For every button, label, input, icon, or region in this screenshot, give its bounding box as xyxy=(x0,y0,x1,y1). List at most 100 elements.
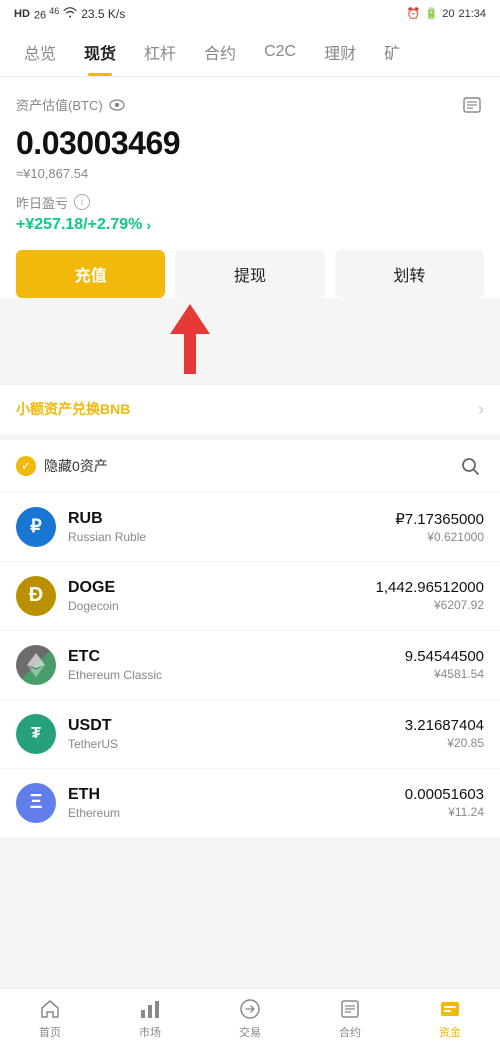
doge-amounts: 1,442.96512000 ¥6207.92 xyxy=(376,579,484,612)
bottom-nav: 首页 市场 交易 xyxy=(0,988,500,1056)
usdt-icon: ₮ xyxy=(16,714,56,754)
market-label: 市场 xyxy=(139,1024,161,1040)
arrow-up xyxy=(170,304,210,374)
etc-info: ETC Ethereum Classic xyxy=(68,648,405,682)
etc-icon xyxy=(16,645,56,685)
rub-symbol: RUB xyxy=(68,510,395,528)
deposit-button[interactable]: 充值 xyxy=(16,250,165,298)
eye-icon[interactable] xyxy=(109,97,125,113)
assets-label: 资金 xyxy=(439,1024,461,1040)
etc-balance: 9.54544500 xyxy=(405,648,484,665)
home-icon xyxy=(38,997,62,1021)
usdt-info: USDT TetherUS xyxy=(68,717,405,751)
usdt-amounts: 3.21687404 ¥20.85 xyxy=(405,717,484,750)
transfer-button[interactable]: 划转 xyxy=(335,250,484,298)
pnl-row: 昨日盈亏 i xyxy=(16,193,484,212)
tab-c2c[interactable]: C2C xyxy=(250,31,310,73)
doge-fullname: Dogecoin xyxy=(68,599,376,613)
hide-zero-toggle[interactable]: ✓ 隐藏0资产 xyxy=(16,456,108,476)
etc-symbol: ETC xyxy=(68,648,405,666)
rub-amounts: ₽7.17365000 ¥0.621000 xyxy=(395,510,484,544)
etc-fullname: Ethereum Classic xyxy=(68,668,405,682)
check-icon: ✓ xyxy=(16,456,36,476)
contract-nav-icon xyxy=(338,997,362,1021)
etc-amounts: 9.54544500 ¥4581.54 xyxy=(405,648,484,681)
list-item[interactable]: ₽ RUB Russian Ruble ₽7.17365000 ¥0.62100… xyxy=(0,493,500,562)
small-assets-bar[interactable]: 小额资产兑换BNB › xyxy=(0,384,500,440)
trade-label: 交易 xyxy=(239,1024,261,1040)
etc-cny: ¥4581.54 xyxy=(405,667,484,681)
pnl-value: +¥257.18/+2.79% › xyxy=(16,216,484,234)
history-icon[interactable] xyxy=(460,93,484,117)
usdt-cny: ¥20.85 xyxy=(405,736,484,750)
battery-level: 20 xyxy=(442,8,454,20)
eth-symbol: ETH xyxy=(68,786,405,804)
assets-list-section: ✓ 隐藏0资产 ₽ RUB Russian Ruble ₽7.17365000 … xyxy=(0,440,500,838)
tab-finance[interactable]: 理财 xyxy=(310,28,370,76)
small-assets-highlight: BNB xyxy=(100,401,130,417)
action-buttons: 充值 提现 划转 xyxy=(16,250,484,298)
tab-overview[interactable]: 总览 xyxy=(10,28,70,76)
eth-cny: ¥11.24 xyxy=(405,805,484,819)
doge-balance: 1,442.96512000 xyxy=(376,579,484,596)
pnl-label: 昨日盈亏 xyxy=(16,193,68,212)
tab-spot[interactable]: 现货 xyxy=(70,28,130,76)
arrow-annotation xyxy=(160,304,220,374)
network-indicator: HD xyxy=(14,8,30,20)
trade-icon xyxy=(238,997,262,1021)
main-content: 资产估值(BTC) 0.03003469 ≈¥10,867.54 昨日盈亏 i … xyxy=(0,77,500,298)
assets-icon xyxy=(438,997,462,1021)
btc-cny: ≈¥10,867.54 xyxy=(16,166,484,181)
btc-value: 0.03003469 xyxy=(16,125,484,162)
pnl-amount: +¥257.18/+2.79% xyxy=(16,216,142,234)
pnl-chevron-icon: › xyxy=(146,217,151,233)
eth-info: ETH Ethereum xyxy=(68,786,405,820)
withdraw-button[interactable]: 提现 xyxy=(175,250,324,298)
list-item[interactable]: Ð DOGE Dogecoin 1,442.96512000 ¥6207.92 xyxy=(0,562,500,631)
list-item[interactable]: Ξ ETH Ethereum 0.00051603 ¥11.24 xyxy=(0,769,500,838)
doge-cny: ¥6207.92 xyxy=(376,598,484,612)
nav-tabs: 总览 现货 杠杆 合约 C2C 理财 矿 xyxy=(0,28,500,77)
alarm-icon: ⏰ xyxy=(407,7,421,20)
status-left: HD 26 46 23.5 K/s xyxy=(14,6,125,22)
time: 21:34 xyxy=(458,8,486,20)
doge-info: DOGE Dogecoin xyxy=(68,579,376,613)
wifi-icon xyxy=(63,6,77,21)
bottom-nav-contract[interactable]: 合约 xyxy=(300,997,400,1040)
speed-text: 23.5 K/s xyxy=(81,7,125,21)
rub-info: RUB Russian Ruble xyxy=(68,510,395,544)
rub-icon: ₽ xyxy=(16,507,56,547)
pnl-info-icon[interactable]: i xyxy=(74,194,90,210)
usdt-balance: 3.21687404 xyxy=(405,717,484,734)
doge-icon: Ð xyxy=(16,576,56,616)
small-assets-label: 小额资产兑换 xyxy=(16,401,100,417)
bottom-nav-trade[interactable]: 交易 xyxy=(200,997,300,1040)
status-right: ⏰ 🔋 20 21:34 xyxy=(407,7,486,20)
assets-filter-row: ✓ 隐藏0资产 xyxy=(0,440,500,493)
bottom-nav-assets[interactable]: 资金 xyxy=(400,997,500,1040)
usdt-fullname: TetherUS xyxy=(68,737,405,751)
contract-label: 合约 xyxy=(339,1024,361,1040)
tab-contract[interactable]: 合约 xyxy=(190,28,250,76)
eth-icon: Ξ xyxy=(16,783,56,823)
bottom-nav-market[interactable]: 市场 xyxy=(100,997,200,1040)
bottom-nav-home[interactable]: 首页 xyxy=(0,997,100,1040)
battery-icon: 🔋 xyxy=(425,7,439,20)
rub-balance: ₽7.17365000 xyxy=(395,510,484,528)
list-item[interactable]: ₮ USDT TetherUS 3.21687404 ¥20.85 xyxy=(0,700,500,769)
doge-symbol: DOGE xyxy=(68,579,376,597)
eth-balance: 0.00051603 xyxy=(405,786,484,803)
eth-fullname: Ethereum xyxy=(68,806,405,820)
small-assets-chevron-icon: › xyxy=(478,399,484,420)
signal-bars: 26 46 xyxy=(34,6,59,22)
asset-label-row: 资产估值(BTC) xyxy=(16,93,484,117)
asset-label-text: 资产估值(BTC) xyxy=(16,95,103,114)
tab-mining[interactable]: 矿 xyxy=(370,28,414,76)
list-item[interactable]: ETC Ethereum Classic 9.54544500 ¥4581.54 xyxy=(0,631,500,700)
status-bar: HD 26 46 23.5 K/s ⏰ 🔋 20 21:34 xyxy=(0,0,500,28)
arrow-triangle xyxy=(170,304,210,334)
home-label: 首页 xyxy=(39,1024,61,1040)
eth-amounts: 0.00051603 ¥11.24 xyxy=(405,786,484,819)
search-button[interactable] xyxy=(456,452,484,480)
tab-leverage[interactable]: 杠杆 xyxy=(130,28,190,76)
